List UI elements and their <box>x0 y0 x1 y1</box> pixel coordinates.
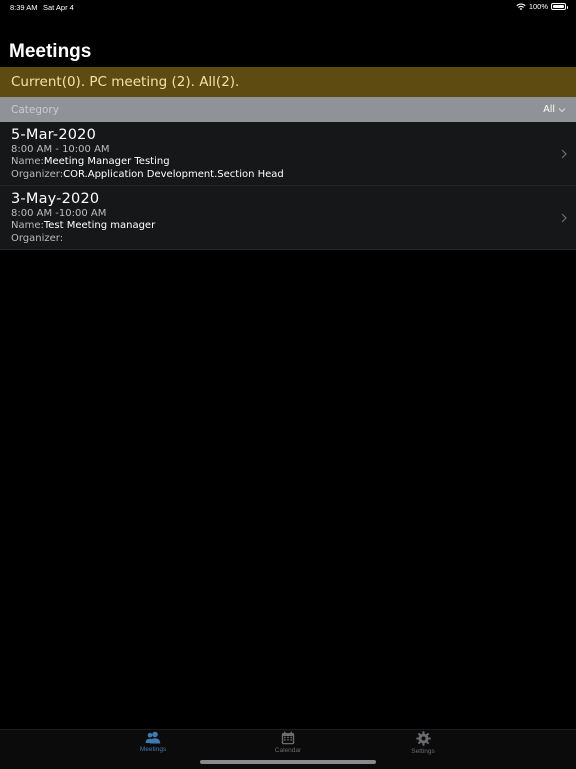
meeting-date: 5-Mar-2020 <box>11 127 97 143</box>
meeting-row[interactable]: 3-May-2020 8:00 AM -10:00 AM Name:Test M… <box>0 186 576 250</box>
category-dropdown[interactable]: All <box>543 104 566 115</box>
meeting-row[interactable]: 5-Mar-2020 8:00 AM - 10:00 AM Name:Meeti… <box>0 122 576 186</box>
meeting-time: 8:00 AM -10:00 AM <box>11 208 107 219</box>
chevron-right-icon <box>561 213 567 223</box>
category-label: Category <box>11 103 59 116</box>
meeting-summary-text: Current(0). PC meeting (2). All(2). <box>11 74 240 90</box>
tab-meetings[interactable]: Meetings <box>123 731 183 761</box>
meeting-name: Name:Test Meeting manager <box>11 220 155 231</box>
status-indicators: 100% <box>516 2 568 11</box>
category-filter-bar: Category All <box>0 97 576 122</box>
meeting-organizer-label: Organizer: <box>11 169 64 180</box>
category-selected-value: All <box>543 104 555 115</box>
meeting-name-label: Name: <box>11 156 44 167</box>
meeting-organizer: Organizer: <box>11 233 63 244</box>
meeting-organizer-value: COR.Application Development.Section Head <box>63 169 284 180</box>
tab-settings[interactable]: Settings <box>393 731 453 761</box>
calendar-icon <box>281 731 295 745</box>
chevron-right-icon <box>561 149 567 159</box>
tab-meetings-label: Meetings <box>139 746 167 753</box>
meeting-name: Name:Meeting Manager Testing <box>11 156 170 167</box>
battery-percent: 100% <box>528 2 548 11</box>
status-time: 8:39 AM <box>10 3 38 12</box>
meeting-date: 3-May-2020 <box>11 191 100 207</box>
tab-settings-label: Settings <box>411 748 435 755</box>
gear-icon <box>415 731 431 746</box>
meeting-organizer-label: Organizer: <box>11 233 64 244</box>
meeting-name-value: Test Meeting manager <box>43 220 156 231</box>
home-indicator <box>200 760 376 764</box>
wifi-icon <box>516 3 526 10</box>
chevron-down-icon <box>558 107 566 112</box>
meeting-time: 8:00 AM - 10:00 AM <box>11 144 110 155</box>
status-date: Sat Apr 4 <box>43 3 74 12</box>
meeting-name-label: Name: <box>11 220 44 231</box>
meeting-organizer: Organizer:COR.Application Development.Se… <box>11 169 284 180</box>
meeting-summary-bar: Current(0). PC meeting (2). All(2). <box>0 67 576 97</box>
page-title: Meetings <box>9 41 92 62</box>
meeting-name-value: Meeting Manager Testing <box>43 156 170 167</box>
battery-icon <box>551 3 568 10</box>
meeting-list: 5-Mar-2020 8:00 AM - 10:00 AM Name:Meeti… <box>0 122 576 250</box>
status-bar: 8:39 AM Sat Apr 4 100% <box>0 0 576 14</box>
tab-calendar-label: Calendar <box>274 747 302 754</box>
tab-calendar[interactable]: Calendar <box>258 731 318 761</box>
people-icon <box>145 731 161 744</box>
